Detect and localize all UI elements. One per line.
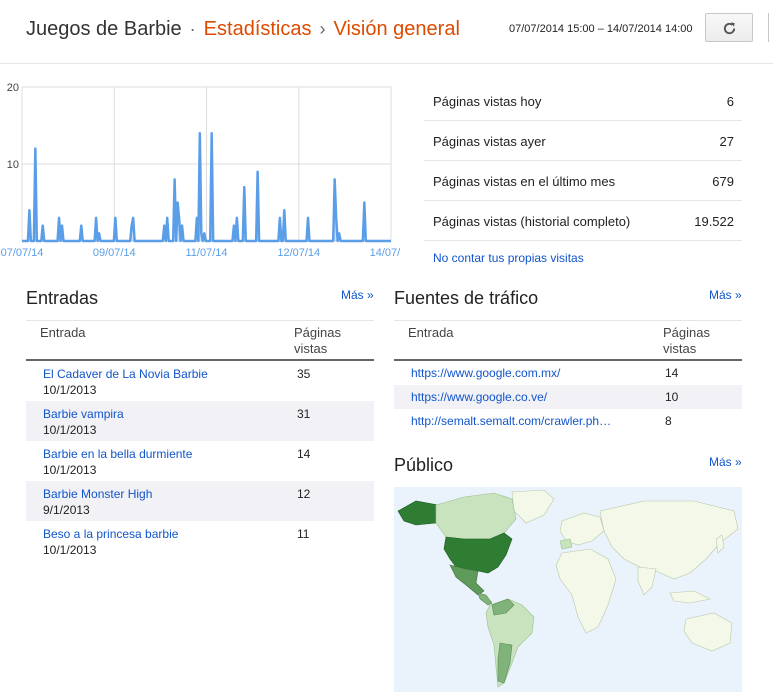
post-views: 31	[297, 407, 311, 421]
stat-label: Páginas vistas (historial completo)	[433, 214, 631, 229]
post-date: 10/1/2013	[43, 423, 97, 437]
post-title-link[interactable]: Beso a la princesa barbie	[43, 527, 178, 541]
referrer-link[interactable]: https://www.google.co.ve/	[411, 390, 547, 404]
stat-label: Páginas vistas en el último mes	[433, 174, 616, 189]
referrer-link[interactable]: https://www.google.com.mx/	[411, 366, 560, 380]
y-tick-label: 20	[7, 82, 19, 94]
traffic-sources-table-header: Entrada Páginas vistas	[394, 320, 742, 361]
stat-row-last-month: Páginas vistas en el último mes 679	[424, 161, 742, 201]
stat-value: 19.522	[694, 214, 734, 229]
post-title-link[interactable]: Barbie en la bella durmiente	[43, 447, 192, 461]
post-date: 10/1/2013	[43, 383, 97, 397]
stat-row-all-time: Páginas vistas (historial completo) 19.5…	[424, 201, 742, 241]
map-indonesia	[669, 590, 711, 604]
table-row: Barbie Monster High 9/1/2013 12	[26, 481, 374, 521]
column-header-views-line2: vistas	[294, 341, 328, 356]
post-date: 9/1/2013	[43, 503, 90, 517]
stats-summary: Páginas vistas hoy 6 Páginas vistas ayer…	[424, 81, 742, 241]
entradas-table-header: Entrada Páginas vistas	[26, 320, 374, 361]
post-date: 10/1/2013	[43, 543, 97, 557]
stat-value: 6	[726, 94, 734, 109]
map-canada	[435, 492, 517, 540]
entradas-more-link[interactable]: Más »	[341, 288, 374, 302]
column-header-views-line2: vistas	[663, 341, 697, 356]
map-argentina	[497, 642, 513, 684]
map-central-america	[477, 592, 493, 606]
post-title-link[interactable]: El Cadaver de La Novia Barbie	[43, 367, 208, 381]
table-row: http://semalt.semalt.com/crawler.ph… 8	[394, 409, 742, 433]
audience-more-link[interactable]: Más »	[709, 455, 742, 469]
post-views: 11	[297, 527, 310, 541]
stat-row-today: Páginas vistas hoy 6	[424, 81, 742, 121]
column-header-views-line1: Páginas	[663, 325, 710, 340]
stat-value: 27	[719, 134, 734, 149]
table-row: Barbie vampira 10/1/2013 31	[26, 401, 374, 441]
refresh-button[interactable]	[705, 13, 753, 42]
x-tick-label: 14/07/14	[370, 247, 400, 259]
referrer-link[interactable]: http://semalt.semalt.com/crawler.ph…	[411, 414, 611, 428]
column-header-entry: Entrada	[40, 325, 86, 340]
referrer-views: 8	[665, 414, 672, 428]
post-views: 35	[297, 367, 311, 381]
x-tick-label: 07/07/14	[1, 247, 44, 259]
pageviews-chart: 20 10 07/07/14 09/07/14 11/07/14 12/07/14 14/0…	[1, 82, 400, 259]
toolbar-button-edge[interactable]	[768, 13, 773, 42]
referrer-views: 14	[665, 366, 679, 380]
stat-label: Páginas vistas hoy	[433, 94, 542, 109]
post-date: 10/1/2013	[43, 463, 97, 477]
traffic-sources-title: Fuentes de tráfico	[394, 288, 539, 308]
map-india	[637, 566, 657, 596]
blog-name[interactable]: Juegos de Barbie	[26, 18, 182, 40]
x-tick-label: 09/07/14	[93, 247, 136, 259]
post-title-link[interactable]: Barbie vampira	[43, 407, 124, 421]
table-row: Beso a la princesa barbie 10/1/2013 11	[26, 521, 374, 561]
breadcrumb-stats[interactable]: Estadísticas	[204, 18, 312, 40]
table-row: Barbie en la bella durmiente 10/1/2013 1…	[26, 441, 374, 481]
map-greenland	[511, 489, 555, 524]
traffic-sources-more-link[interactable]: Más »	[709, 288, 742, 302]
breadcrumb: Juegos de Barbie · Estadísticas › Visión gen…	[26, 18, 460, 41]
world-map-graphic	[397, 489, 739, 688]
stat-label: Páginas vistas ayer	[433, 134, 546, 149]
stat-row-yesterday: Páginas vistas ayer 27	[424, 121, 742, 161]
column-header-views: Páginas vistas	[294, 325, 341, 357]
breadcrumb-separator: ›	[319, 19, 326, 39]
x-tick-label: 12/07/14	[277, 247, 320, 259]
post-views: 12	[297, 487, 311, 501]
map-spain	[559, 538, 573, 550]
table-row: https://www.google.co.ve/ 10	[394, 385, 742, 409]
post-title-link[interactable]: Barbie Monster High	[43, 487, 152, 501]
post-views: 14	[297, 447, 311, 461]
entradas-title: Entradas	[26, 288, 99, 308]
table-row: https://www.google.com.mx/ 14	[394, 361, 742, 385]
refresh-icon	[723, 22, 736, 35]
header: Juegos de Barbie · Estadísticas › Visión gen…	[0, 0, 773, 64]
breadcrumb-separator: ·	[189, 19, 196, 39]
table-row: El Cadaver de La Novia Barbie 10/1/2013 …	[26, 361, 374, 401]
map-alaska	[397, 500, 439, 526]
referrer-views: 10	[665, 390, 679, 404]
column-header-views-line1: Páginas	[294, 325, 341, 340]
audience-title: Público	[394, 455, 454, 475]
audience-world-map[interactable]	[394, 487, 742, 692]
map-australia	[683, 612, 733, 652]
column-header-entry: Entrada	[408, 325, 454, 340]
date-range: 07/07/2014 15:00 – 14/07/2014 14:00	[509, 23, 693, 35]
y-tick-label: 10	[7, 159, 19, 171]
x-tick-label: 11/07/14	[185, 247, 227, 259]
page-title: Visión general	[333, 18, 460, 40]
column-header-views: Páginas vistas	[663, 325, 710, 357]
exclude-own-visits-link[interactable]: No contar tus propias visitas	[433, 251, 584, 265]
stat-value: 679	[712, 174, 734, 189]
map-africa	[555, 548, 617, 634]
